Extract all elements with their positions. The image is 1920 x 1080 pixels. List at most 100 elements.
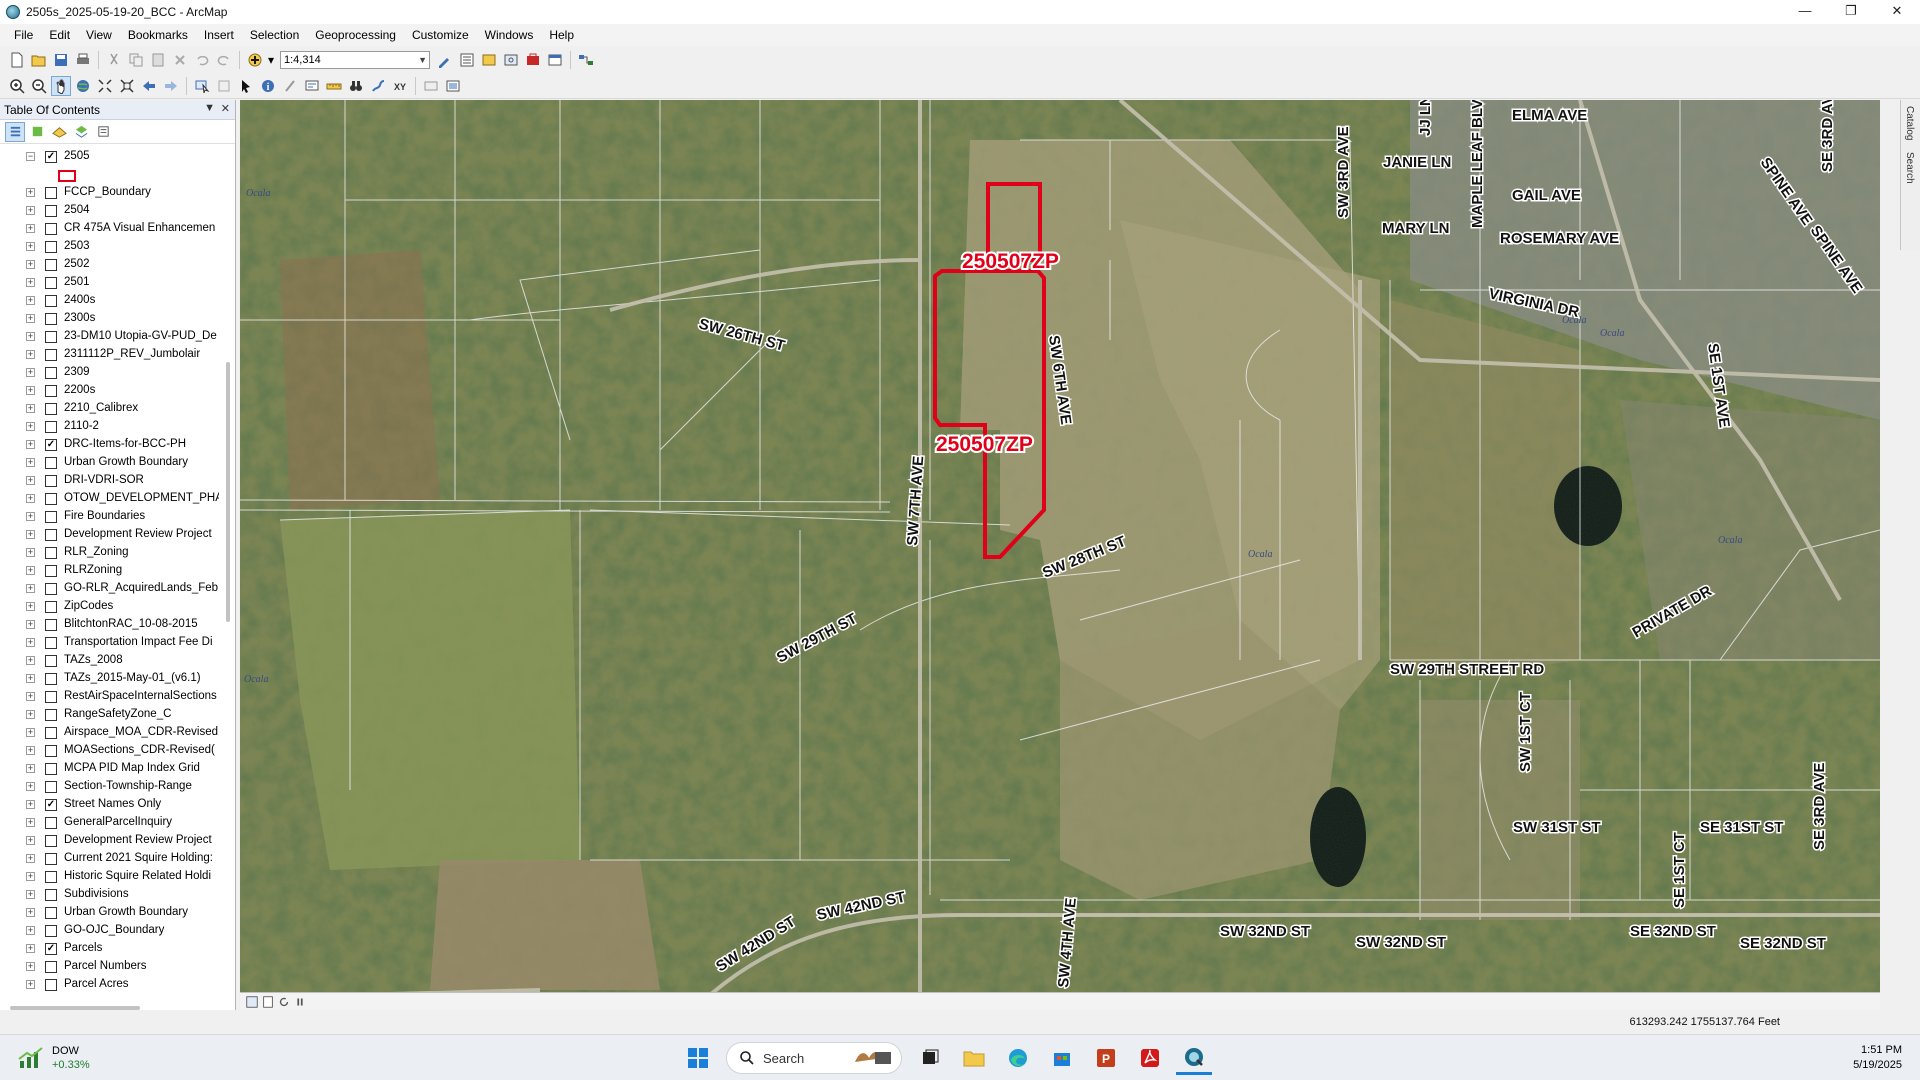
menu-bookmarks[interactable]: Bookmarks (120, 24, 196, 46)
editor-toolbar-icon[interactable] (435, 50, 455, 70)
pan-hand-icon[interactable] (51, 75, 71, 96)
pin-icon[interactable]: ▼ (204, 102, 215, 114)
close-button[interactable]: ✕ (1874, 0, 1920, 24)
model-builder-icon[interactable] (576, 50, 596, 70)
redo-icon[interactable] (214, 50, 234, 70)
expand-icon[interactable]: + (26, 224, 35, 233)
layer-visibility-checkbox[interactable] (45, 367, 57, 379)
powerpoint-icon[interactable]: P (1088, 1041, 1124, 1075)
layer-visibility-checkbox[interactable] (45, 763, 57, 775)
menu-insert[interactable]: Insert (196, 24, 242, 46)
expand-icon[interactable]: + (26, 404, 35, 413)
go-to-xy-icon[interactable]: XY (390, 76, 410, 96)
undo-icon[interactable] (192, 50, 212, 70)
system-clock[interactable]: 1:51 PM 5/19/2025 (1853, 1043, 1902, 1073)
toc-layer-row[interactable]: + DRI-VDRI-SOR (0, 472, 222, 490)
expand-icon[interactable]: + (26, 188, 35, 197)
scrollbar-thumb[interactable] (226, 362, 230, 622)
expand-icon[interactable]: + (26, 476, 35, 485)
menu-customize[interactable]: Customize (404, 24, 477, 46)
expand-icon[interactable]: + (26, 854, 35, 863)
expand-icon[interactable]: + (26, 944, 35, 953)
toc-layer-row[interactable]: + ZipCodes (0, 598, 222, 616)
back-arrow-icon[interactable] (139, 76, 159, 96)
layer-visibility-checkbox[interactable] (45, 925, 57, 937)
toc-layer-row[interactable]: +2502 (0, 256, 222, 274)
search-dock-tab[interactable]: Search (1901, 146, 1918, 190)
expand-icon[interactable]: + (26, 422, 35, 431)
expand-icon[interactable]: + (26, 818, 35, 827)
fixed-zoom-in-icon[interactable] (95, 76, 115, 96)
save-icon[interactable] (51, 50, 71, 70)
layer-visibility-checkbox[interactable] (45, 259, 57, 271)
layer-visibility-checkbox[interactable] (45, 331, 57, 343)
fixed-zoom-out-icon[interactable] (117, 76, 137, 96)
toc-layer-row[interactable]: +2400s (0, 292, 222, 310)
edge-browser-icon[interactable] (1000, 1041, 1036, 1075)
layer-visibility-checkbox[interactable] (45, 979, 57, 991)
hyperlink-icon[interactable] (280, 76, 300, 96)
menu-geoprocessing[interactable]: Geoprocessing (307, 24, 404, 46)
layer-visibility-checkbox[interactable] (45, 223, 57, 235)
layer-visibility-checkbox[interactable] (45, 637, 57, 649)
expand-icon[interactable]: + (26, 656, 35, 665)
layer-visibility-checkbox[interactable] (45, 781, 57, 793)
menu-windows[interactable]: Windows (477, 24, 542, 46)
layer-visibility-checkbox[interactable] (45, 655, 57, 667)
toc-layer-row[interactable]: + Urban Growth Boundary (0, 454, 222, 472)
menu-help[interactable]: Help (541, 24, 582, 46)
html-popup-icon[interactable] (302, 76, 322, 96)
layer-visibility-checkbox[interactable] (45, 277, 57, 289)
zoom-out-icon[interactable] (29, 76, 49, 96)
expand-icon[interactable]: + (26, 674, 35, 683)
layer-visibility-checkbox[interactable] (45, 709, 57, 721)
layer-visibility-checkbox[interactable] (45, 529, 57, 541)
toc-layer-row[interactable]: + Historic Squire Related Holdi (0, 868, 222, 886)
expand-icon[interactable]: + (26, 296, 35, 305)
layer-visibility-checkbox[interactable] (45, 817, 57, 829)
print-icon[interactable] (73, 50, 93, 70)
toc-layer-row[interactable]: + CR 475A Visual Enhancemen (0, 220, 222, 238)
forward-arrow-icon[interactable] (161, 76, 181, 96)
toc-layer-row[interactable]: +2300s (0, 310, 222, 328)
expand-icon[interactable]: + (26, 926, 35, 935)
toc-layer-row[interactable]: + FCCP_Boundary (0, 184, 222, 202)
expand-icon[interactable]: + (26, 548, 35, 557)
menu-file[interactable]: File (6, 24, 41, 46)
toc-layer-row[interactable]: +2309 (0, 364, 222, 382)
expand-icon[interactable]: + (26, 332, 35, 341)
map-view[interactable]: 250507ZP 250507ZP SW 26TH ST SW 6TH AVE … (240, 100, 1880, 992)
arctoolbox-icon[interactable] (523, 50, 543, 70)
expand-icon[interactable]: + (26, 512, 35, 521)
expand-icon[interactable]: + (26, 710, 35, 719)
expand-icon[interactable]: + (26, 566, 35, 575)
toc-layer-row[interactable]: + Development Review Project (0, 526, 222, 544)
expand-icon[interactable]: + (26, 368, 35, 377)
map-scale-select[interactable]: 1:4,314 ▼ (280, 51, 430, 69)
list-by-selection-icon[interactable] (71, 122, 91, 142)
layer-visibility-checkbox[interactable]: ✓ (45, 151, 57, 163)
toc-layer-row[interactable]: +2311112P_REV_Jumbolair (0, 346, 222, 364)
layer-visibility-checkbox[interactable] (45, 583, 57, 595)
pause-drawing-icon[interactable] (293, 995, 307, 1009)
toc-layer-row[interactable]: + GeneralParcelInquiry (0, 814, 222, 832)
toc-layer-row[interactable]: + RangeSafetyZone_C (0, 706, 222, 724)
arcmap-taskbar-icon[interactable] (1176, 1041, 1212, 1075)
toc-layer-row[interactable]: + GO-OJC_Boundary (0, 922, 222, 940)
layer-visibility-checkbox[interactable] (45, 349, 57, 361)
zoom-in-icon[interactable] (7, 76, 27, 96)
time-slider-icon[interactable] (421, 76, 441, 96)
toc-layer-row[interactable]: +2110-2 (0, 418, 222, 436)
identify-icon[interactable]: i (258, 76, 278, 96)
layer-visibility-checkbox[interactable] (45, 385, 57, 397)
toc-layer-row[interactable]: + Subdivisions (0, 886, 222, 904)
layer-visibility-checkbox[interactable]: ✓ (45, 439, 57, 451)
list-by-visibility-icon[interactable] (49, 122, 69, 142)
windows-start-icon[interactable] (680, 1041, 716, 1075)
expand-icon[interactable]: + (26, 746, 35, 755)
menu-edit[interactable]: Edit (41, 24, 78, 46)
cut-icon[interactable] (104, 50, 124, 70)
toc-layer-row[interactable]: + ✓ Street Names Only (0, 796, 222, 814)
close-icon[interactable]: ✕ (221, 102, 230, 115)
expand-icon[interactable]: + (26, 728, 35, 737)
